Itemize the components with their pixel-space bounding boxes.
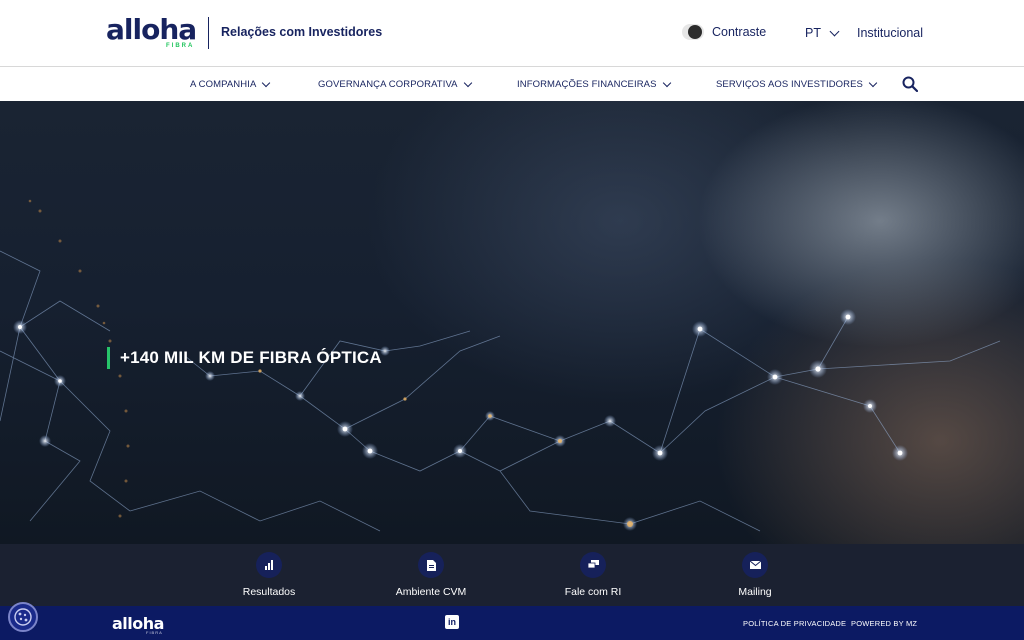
logo-subtitle: FIBRA bbox=[166, 43, 195, 49]
quick-link-label: Resultados bbox=[242, 586, 296, 598]
chevron-down-icon bbox=[463, 78, 472, 87]
institucional-link[interactable]: Institucional bbox=[857, 26, 923, 40]
chevron-down-icon bbox=[662, 78, 671, 87]
nav-item-label: SERVIÇOS AOS INVESTIDORES bbox=[716, 79, 863, 90]
nav-item-governanca[interactable]: GOVERNANÇA CORPORATIVA bbox=[318, 78, 472, 90]
privacy-policy-link[interactable]: POLÍTICA DE PRIVACIDADE bbox=[743, 619, 846, 628]
quick-link-mailing[interactable]: Mailing bbox=[695, 552, 815, 598]
footer-logo-subtitle: FIBRA bbox=[146, 630, 163, 635]
quick-link-fale-com-ri[interactable]: Fale com RI bbox=[533, 552, 653, 598]
site-title[interactable]: Relações com Investidores bbox=[221, 25, 382, 39]
top-header: alloha FIBRA Relações com Investidores C… bbox=[0, 0, 1024, 67]
alloha-logo[interactable]: alloha FIBRA bbox=[106, 16, 198, 50]
cookie-settings-icon[interactable] bbox=[8, 602, 38, 632]
main-nav: A COMPANHIA GOVERNANÇA CORPORATIVA INFOR… bbox=[0, 67, 1024, 101]
cookie-icon bbox=[14, 608, 32, 626]
chevron-down-icon bbox=[829, 26, 840, 36]
network-background-image bbox=[0, 199, 1001, 532]
logo-wordmark: alloha bbox=[106, 13, 197, 46]
nav-item-label: INFORMAÇÕES FINANCEIRAS bbox=[517, 79, 657, 90]
header-divider bbox=[208, 17, 209, 49]
hero-headline: +140 MIL KM DE FIBRA ÓPTICA bbox=[107, 347, 382, 369]
contrast-label: Contraste bbox=[712, 25, 767, 39]
contrast-switch[interactable] bbox=[682, 24, 704, 40]
contrast-toggle[interactable]: Contraste bbox=[682, 24, 766, 40]
quick-link-label: Mailing bbox=[738, 586, 772, 598]
quick-link-label: Fale com RI bbox=[564, 586, 622, 598]
contrast-switch-knob bbox=[688, 25, 702, 39]
chevron-down-icon bbox=[262, 78, 271, 87]
powered-by-mz-link[interactable]: POWERED BY MZ bbox=[851, 619, 917, 628]
footer: alloha FIBRA in POLÍTICA DE PRIVACIDADE … bbox=[0, 606, 1024, 640]
chevron-down-icon bbox=[868, 78, 878, 87]
quick-links-bar: Resultados Ambiente CVM Fale com RI Mail… bbox=[0, 544, 1024, 606]
nav-item-label: GOVERNANÇA CORPORATIVA bbox=[318, 79, 458, 90]
nav-item-servicos-investidores[interactable]: SERVIÇOS AOS INVESTIDORES bbox=[716, 78, 878, 90]
search-icon[interactable] bbox=[902, 76, 918, 92]
language-value: PT bbox=[805, 26, 821, 40]
quick-link-resultados[interactable]: Resultados bbox=[209, 552, 329, 598]
chat-icon bbox=[580, 552, 606, 578]
language-selector[interactable]: PT bbox=[805, 26, 840, 40]
quick-link-label: Ambiente CVM bbox=[395, 586, 467, 598]
nav-item-informacoes-financeiras[interactable]: INFORMAÇÕES FINANCEIRAS bbox=[517, 78, 671, 90]
envelope-icon bbox=[742, 552, 768, 578]
bar-chart-icon bbox=[256, 552, 282, 578]
quick-link-ambiente-cvm[interactable]: Ambiente CVM bbox=[371, 552, 491, 598]
document-icon bbox=[418, 552, 444, 578]
linkedin-icon[interactable]: in bbox=[445, 615, 459, 629]
hero-banner: +140 MIL KM DE FIBRA ÓPTICA bbox=[0, 101, 1024, 544]
nav-item-label: A COMPANHIA bbox=[190, 79, 257, 90]
nav-item-a-companhia[interactable]: A COMPANHIA bbox=[190, 78, 271, 90]
